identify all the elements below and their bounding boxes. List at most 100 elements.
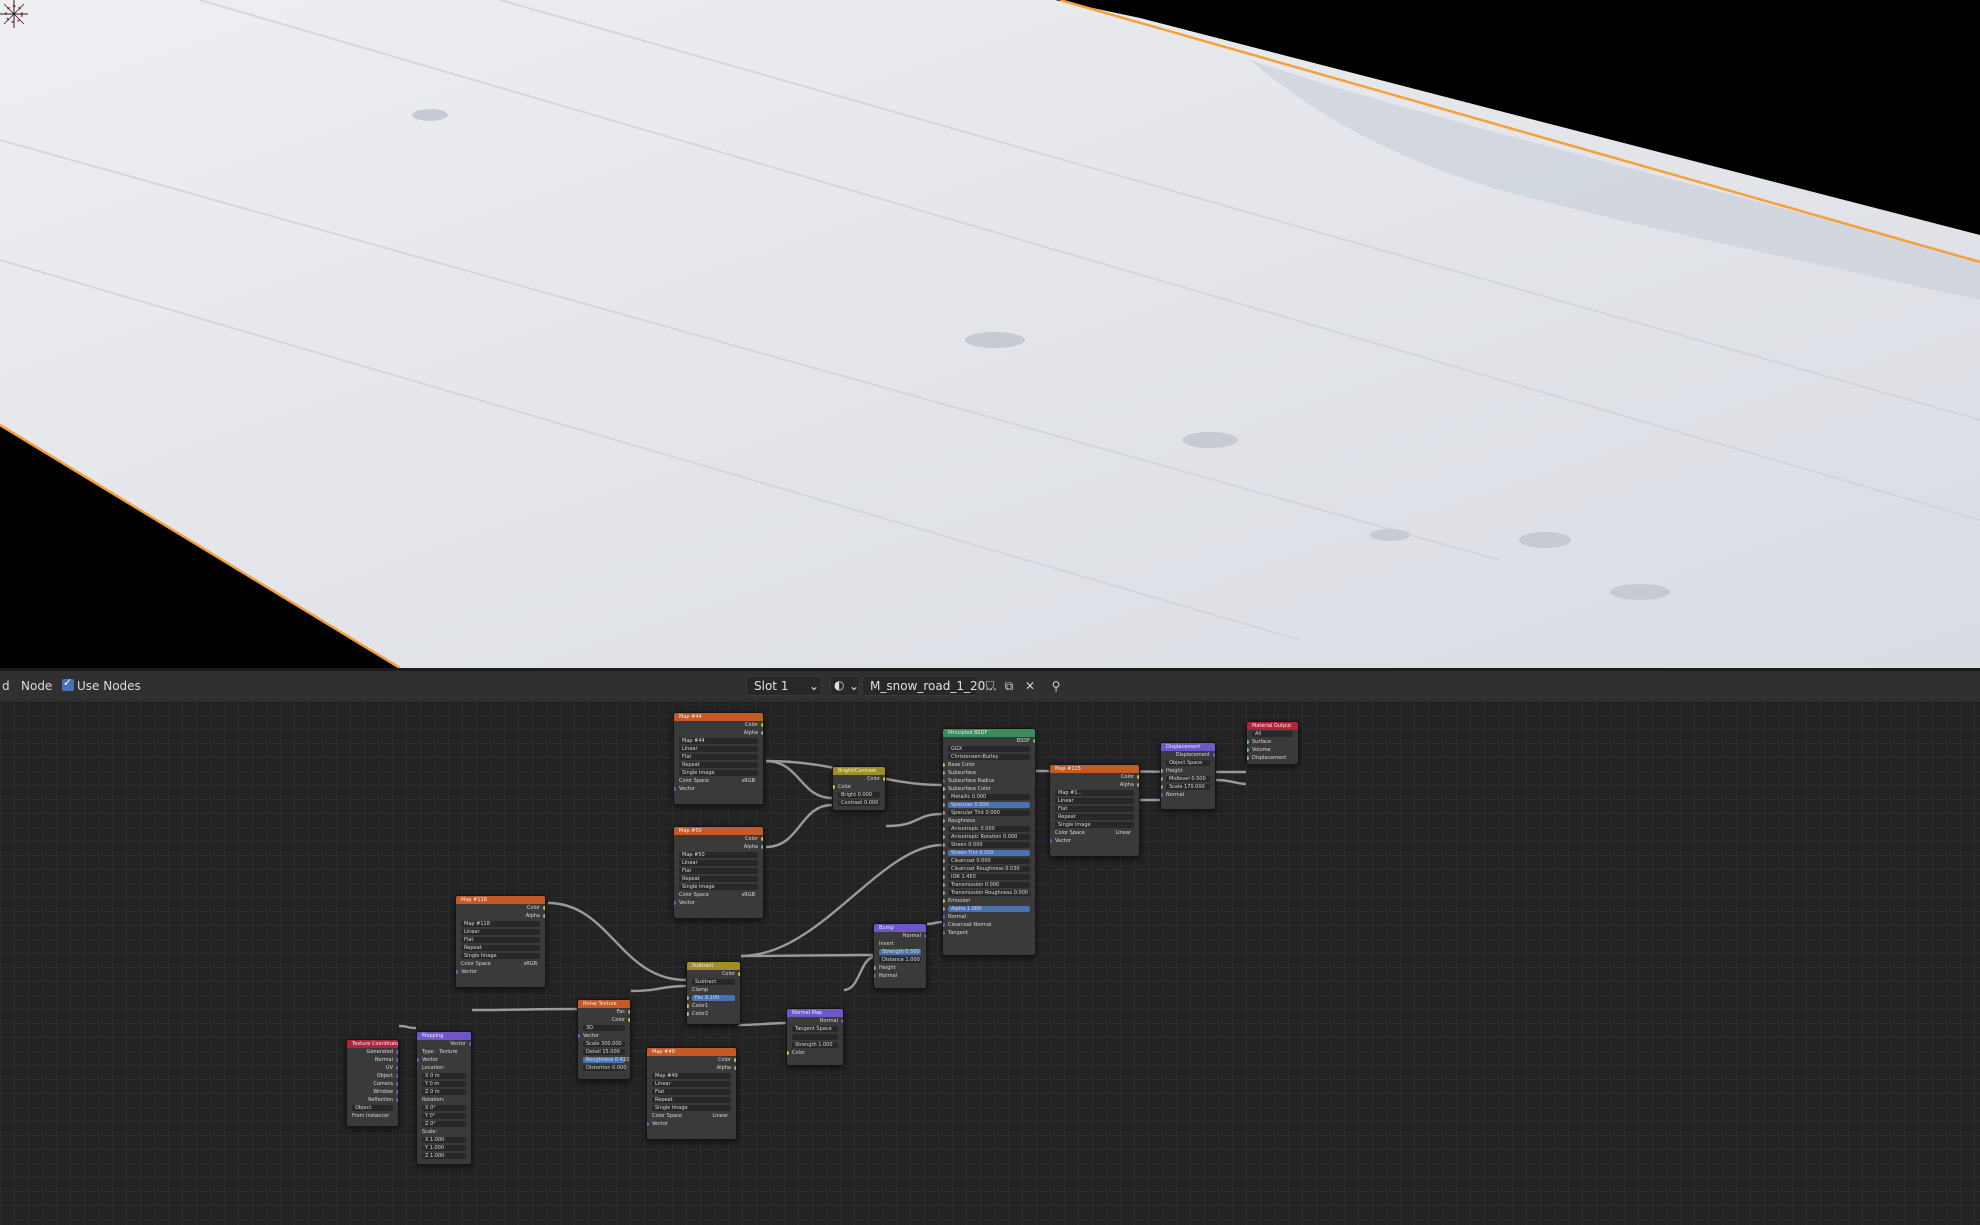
fac-field-value[interactable]: Fac 0.100: [692, 995, 735, 1001]
scale-field[interactable]: X 1.000: [417, 1136, 471, 1144]
rotation-field[interactable]: X 0°: [417, 1104, 471, 1112]
scale-field-value[interactable]: Y 1.000: [422, 1145, 466, 1151]
image-selector-value[interactable]: Map #50: [679, 852, 758, 858]
image-option-dropdown[interactable]: Repeat: [1050, 813, 1139, 821]
principled-input-value[interactable]: Metallic 0.000: [948, 794, 1030, 800]
colorspace-value[interactable]: Linear: [1115, 829, 1131, 837]
object-field-value[interactable]: Object: [352, 1105, 393, 1111]
socket[interactable]: [396, 1066, 398, 1070]
socket[interactable]: [761, 845, 763, 849]
socket[interactable]: [1137, 783, 1139, 787]
space-dropdown-value[interactable]: Tangent Space: [792, 1026, 838, 1032]
socket[interactable]: [761, 723, 763, 727]
target-dropdown[interactable]: All: [1247, 730, 1298, 738]
contrast-field[interactable]: Contrast 0.000: [833, 799, 885, 807]
image-option-dropdown-value[interactable]: Single Image: [652, 1105, 731, 1111]
scale-field[interactable]: Y 1.000: [417, 1144, 471, 1152]
socket[interactable]: [787, 1051, 789, 1055]
strength-field[interactable]: Strength 0.500: [874, 948, 926, 956]
fac-field[interactable]: Fac 0.100: [687, 994, 740, 1002]
socket[interactable]: [1161, 769, 1163, 773]
socket[interactable]: [396, 1050, 398, 1054]
socket[interactable]: [674, 787, 676, 791]
principled-input[interactable]: Transmission 0.000: [943, 881, 1035, 889]
socket[interactable]: [943, 859, 945, 863]
image-option-dropdown[interactable]: Flat: [1050, 805, 1139, 813]
socket[interactable]: [543, 906, 545, 910]
contrast-field-value[interactable]: Contrast 0.000: [838, 800, 880, 806]
subsurface-method-dropdown-value[interactable]: Christensen-Burley: [948, 754, 1030, 760]
image-option-dropdown[interactable]: Flat: [674, 753, 763, 761]
strength-field-value[interactable]: Strength 0.500: [879, 949, 921, 955]
rotation-field[interactable]: Y 0°: [417, 1112, 471, 1120]
bump-node-title[interactable]: Bump: [874, 924, 926, 932]
normal-map-node-title[interactable]: Normal Map: [787, 1009, 843, 1017]
socket[interactable]: [396, 1090, 398, 1094]
image-option-dropdown-value[interactable]: Linear: [461, 929, 540, 935]
image-option-dropdown[interactable]: Repeat: [456, 944, 545, 952]
image-selector-value[interactable]: Map #1...: [1055, 790, 1134, 796]
principled-input[interactable]: Clearcoat 0.000: [943, 857, 1035, 865]
image-texture-node-map50-title[interactable]: Map #50: [674, 827, 763, 835]
socket[interactable]: [1050, 839, 1052, 843]
principled-input[interactable]: Metallic 0.000: [943, 793, 1035, 801]
displacement-input[interactable]: Scale 170.000: [1161, 783, 1215, 791]
blend-mode-dropdown-value[interactable]: Subtract: [692, 979, 735, 985]
invert-checkbox[interactable]: Invert: [874, 940, 926, 948]
duplicate-icon[interactable]: ⧉: [999, 676, 1019, 696]
principled-input[interactable]: Sheen 0.000: [943, 841, 1035, 849]
principled-input[interactable]: Clearcoat Roughness 0.030: [943, 865, 1035, 873]
socket[interactable]: [943, 907, 945, 911]
socket[interactable]: [1161, 785, 1163, 789]
image-option-dropdown[interactable]: Single Image: [1050, 821, 1139, 829]
socket[interactable]: [943, 763, 945, 767]
image-option-dropdown-value[interactable]: Linear: [679, 860, 758, 866]
socket[interactable]: [647, 1122, 649, 1126]
socket[interactable]: [943, 771, 945, 775]
type-value[interactable]: Texture: [439, 1049, 457, 1055]
image-selector-value[interactable]: Map #44: [679, 738, 758, 744]
socket[interactable]: [1161, 777, 1163, 781]
noise-texture-node-title[interactable]: Noise Texture: [578, 1000, 630, 1008]
socket[interactable]: [943, 827, 945, 831]
texture-coordinate-node[interactable]: Texture Coordinate Generated Normal UV Objec…: [346, 1039, 399, 1127]
bright-field[interactable]: Bright 0.000: [833, 791, 885, 799]
space-dropdown-value[interactable]: Object Space: [1166, 760, 1210, 766]
socket[interactable]: [1137, 775, 1139, 779]
scale-field-value[interactable]: Z 1.000: [422, 1153, 466, 1159]
socket[interactable]: [1247, 748, 1249, 752]
socket[interactable]: [1247, 756, 1249, 760]
image-option-dropdown-value[interactable]: Repeat: [679, 876, 758, 882]
image-option-dropdown-value[interactable]: Flat: [652, 1089, 731, 1095]
principled-input-value[interactable]: IOR 1.450: [948, 874, 1030, 880]
space-dropdown[interactable]: Object Space: [1161, 759, 1215, 767]
socket[interactable]: [674, 901, 676, 905]
principled-input-value[interactable]: Sheen 0.000: [948, 842, 1030, 848]
principled-bsdf-node-title[interactable]: Principled BSDF: [943, 729, 1035, 737]
socket[interactable]: [924, 934, 926, 938]
image-texture-node-map50[interactable]: Map #50 Color Alpha Map #50 Linear Flat Repeat…: [673, 826, 764, 919]
principled-input-value[interactable]: Clearcoat Roughness 0.030: [948, 866, 1030, 872]
colorspace-value[interactable]: sRGB: [742, 777, 755, 785]
distance-field-value[interactable]: Distance 1.000: [879, 957, 921, 963]
socket[interactable]: [396, 1098, 398, 1102]
principled-input-value[interactable]: Anisotropic 0.000: [948, 826, 1030, 832]
principled-input-value[interactable]: Sheen Tint 0.500: [948, 850, 1030, 856]
socket[interactable]: [687, 1004, 689, 1008]
image-option-dropdown[interactable]: Single Image: [674, 883, 763, 891]
principled-input[interactable]: Sheen Tint 0.500: [943, 849, 1035, 857]
image-option-dropdown-value[interactable]: Repeat: [652, 1097, 731, 1103]
bright-contrast-node[interactable]: Bright/Contrast Color Color Bright 0.000 Con…: [832, 766, 886, 811]
image-texture-node-map49-title[interactable]: Map #49: [647, 1048, 736, 1056]
image-option-dropdown-value[interactable]: Flat: [1055, 806, 1134, 812]
from-instancer-checkbox[interactable]: From Instancer: [347, 1112, 398, 1120]
image-option-dropdown[interactable]: Linear: [1050, 797, 1139, 805]
image-texture-node-map118-title[interactable]: Map #118: [456, 896, 545, 904]
fake-user-shield-icon[interactable]: ⛉: [980, 676, 1000, 696]
socket[interactable]: [761, 731, 763, 735]
socket[interactable]: [943, 915, 945, 919]
socket[interactable]: [943, 923, 945, 927]
socket[interactable]: [687, 1012, 689, 1016]
image-option-dropdown[interactable]: Repeat: [674, 875, 763, 883]
socket[interactable]: [943, 867, 945, 871]
